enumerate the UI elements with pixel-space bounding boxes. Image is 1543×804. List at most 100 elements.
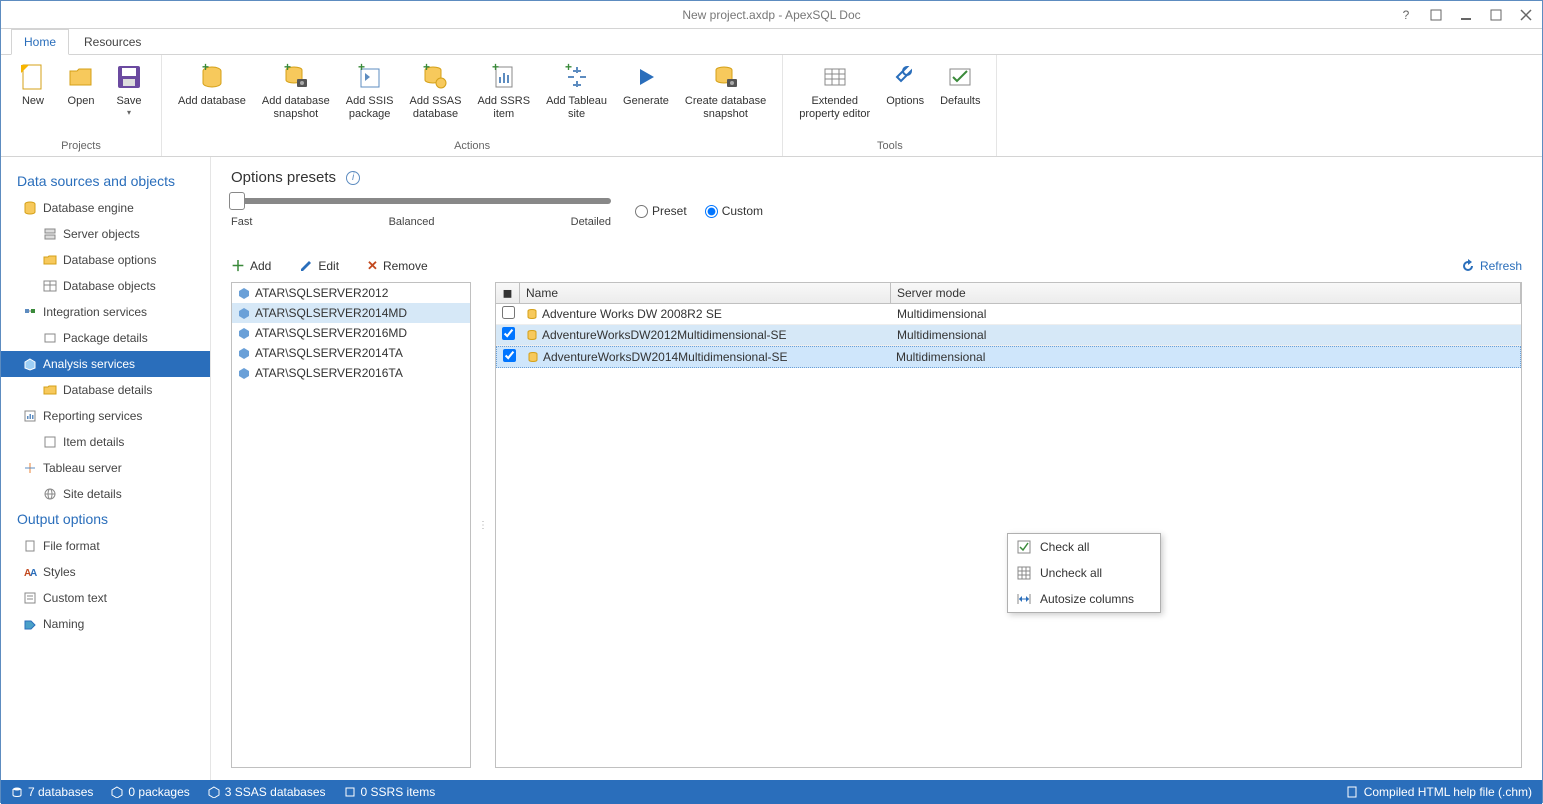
db-row[interactable]: Adventure Works DW 2008R2 SE Multidimens… — [496, 304, 1521, 325]
database-snapshot-icon: + — [280, 61, 312, 93]
server-row[interactable]: ATAR\SQLSERVER2012 — [232, 283, 470, 303]
db-checkbox[interactable] — [503, 349, 516, 362]
create-database-snapshot-button[interactable]: Create database snapshot — [677, 59, 774, 138]
status-output-format: Compiled HTML help file (.chm) — [1346, 785, 1532, 799]
folder-icon — [43, 383, 57, 397]
ribbon-group-projects: New Open Save▾ Projects — [1, 55, 162, 156]
server-row[interactable]: ATAR\SQLSERVER2014MD — [232, 303, 470, 323]
remove-button[interactable]: ✕Remove — [367, 258, 428, 274]
details-icon — [43, 435, 57, 449]
sidebar-item-item-details[interactable]: Item details — [1, 429, 210, 455]
add-ssas-button[interactable]: +Add SSAS database — [401, 59, 469, 138]
extended-property-editor-button[interactable]: Extended property editor — [791, 59, 878, 138]
new-icon — [17, 61, 49, 93]
slider-thumb[interactable] — [229, 192, 245, 210]
add-tableau-button[interactable]: +Add Tableau site — [538, 59, 615, 138]
tab-resources[interactable]: Resources — [71, 29, 154, 54]
db-checkbox[interactable] — [502, 306, 515, 319]
sidebar-item-integration-services[interactable]: Integration services — [1, 299, 210, 325]
ctx-check-all[interactable]: Check all — [1008, 534, 1160, 560]
text-icon — [23, 591, 37, 605]
restore-frame-icon[interactable] — [1428, 7, 1444, 23]
maximize-icon[interactable] — [1488, 7, 1504, 23]
database-list: ◼ Name Server mode Adventure Works DW 20… — [495, 282, 1522, 768]
close-icon[interactable] — [1518, 7, 1534, 23]
sidebar-item-server-objects[interactable]: Server objects — [1, 221, 210, 247]
sidebar-item-label: Styles — [43, 565, 76, 579]
sidebar-item-label: Reporting services — [43, 409, 142, 423]
save-button[interactable]: Save▾ — [105, 59, 153, 138]
ctx-autosize-columns[interactable]: Autosize columns — [1008, 586, 1160, 612]
tableau-small-icon — [23, 461, 37, 475]
minimize-icon[interactable] — [1458, 7, 1474, 23]
db-row[interactable]: AdventureWorksDW2012Multidimensional-SE … — [496, 325, 1521, 346]
add-database-snapshot-button[interactable]: +Add database snapshot — [254, 59, 338, 138]
db-mode: Multidimensional — [890, 348, 1520, 366]
preset-radio-group: Preset Custom — [635, 204, 763, 218]
sidebar-item-analysis-services[interactable]: Analysis services — [1, 351, 210, 377]
db-icon — [526, 308, 538, 320]
add-button[interactable]: ＋Add — [231, 256, 271, 276]
help-icon[interactable]: ? — [1398, 7, 1414, 23]
open-icon — [65, 61, 97, 93]
sidebar-item-database-details[interactable]: Database details — [1, 377, 210, 403]
db-row[interactable]: AdventureWorksDW2014Multidimensional-SE … — [496, 346, 1521, 368]
sidebar-item-tableau-server[interactable]: Tableau server — [1, 455, 210, 481]
sidebar-item-naming[interactable]: Naming — [1, 611, 210, 637]
sidebar-item-database-options[interactable]: Database options — [1, 247, 210, 273]
server-row[interactable]: ATAR\SQLSERVER2014TA — [232, 343, 470, 363]
edit-button[interactable]: Edit — [299, 259, 339, 273]
defaults-button[interactable]: Defaults — [932, 59, 988, 138]
generate-button[interactable]: Generate — [615, 59, 677, 138]
sidebar-item-file-format[interactable]: File format — [1, 533, 210, 559]
refresh-button[interactable]: Refresh — [1461, 259, 1522, 273]
add-ssrs-button[interactable]: +Add SSRS item — [469, 59, 538, 138]
svg-text:+: + — [358, 63, 365, 74]
add-database-button[interactable]: +Add database — [170, 59, 254, 138]
server-row[interactable]: ATAR\SQLSERVER2016TA — [232, 363, 470, 383]
panels: ATAR\SQLSERVER2012 ATAR\SQLSERVER2014MD … — [231, 282, 1522, 768]
status-ssas: 3 SSAS databases — [208, 785, 326, 799]
sidebar-item-styles[interactable]: AAStyles — [1, 559, 210, 585]
sidebar-item-label: Database details — [63, 383, 152, 397]
preset-slider[interactable]: Fast Balanced Detailed — [231, 194, 611, 228]
ctx-uncheck-all[interactable]: Uncheck all — [1008, 560, 1160, 586]
check-all-header[interactable]: ◼ — [496, 283, 520, 303]
sidebar-item-custom-text[interactable]: Custom text — [1, 585, 210, 611]
ssis-icon: + — [354, 61, 386, 93]
sidebar-item-site-details[interactable]: Site details — [1, 481, 210, 507]
save-icon — [113, 61, 145, 93]
cube-icon — [238, 347, 250, 359]
sidebar-item-label: Integration services — [43, 305, 147, 319]
add-ssis-button[interactable]: +Add SSIS package — [338, 59, 402, 138]
tab-home[interactable]: Home — [11, 29, 69, 55]
sidebar-item-label: Naming — [43, 617, 84, 631]
sidebar-item-package-details[interactable]: Package details — [1, 325, 210, 351]
sidebar-item-label: Site details — [63, 487, 122, 501]
splitter[interactable]: ⋮ — [479, 282, 487, 768]
cube-icon — [238, 287, 250, 299]
radio-custom[interactable]: Custom — [705, 204, 763, 218]
col-mode[interactable]: Server mode — [891, 283, 1521, 303]
server-name: ATAR\SQLSERVER2016MD — [255, 326, 407, 340]
integration-icon — [23, 305, 37, 319]
info-icon[interactable]: i — [346, 171, 360, 185]
x-icon: ✕ — [367, 258, 378, 274]
server-row[interactable]: ATAR\SQLSERVER2016MD — [232, 323, 470, 343]
table-icon — [43, 279, 57, 293]
radio-preset[interactable]: Preset — [635, 204, 687, 218]
sidebar-item-reporting-services[interactable]: Reporting services — [1, 403, 210, 429]
sidebar-item-database-engine[interactable]: Database engine — [1, 195, 210, 221]
report-icon — [23, 409, 37, 423]
col-name[interactable]: Name — [520, 283, 891, 303]
open-button[interactable]: Open — [57, 59, 105, 138]
sidebar-item-database-objects[interactable]: Database objects — [1, 273, 210, 299]
cube-icon — [238, 307, 250, 319]
server-list: ATAR\SQLSERVER2012 ATAR\SQLSERVER2014MD … — [231, 282, 471, 768]
db-checkbox[interactable] — [502, 327, 515, 340]
svg-text:+: + — [284, 63, 291, 74]
sidebar: Data sources and objects Database engine… — [1, 157, 211, 780]
options-button[interactable]: Options — [878, 59, 932, 138]
new-button[interactable]: New — [9, 59, 57, 138]
ssrs-icon: + — [488, 61, 520, 93]
